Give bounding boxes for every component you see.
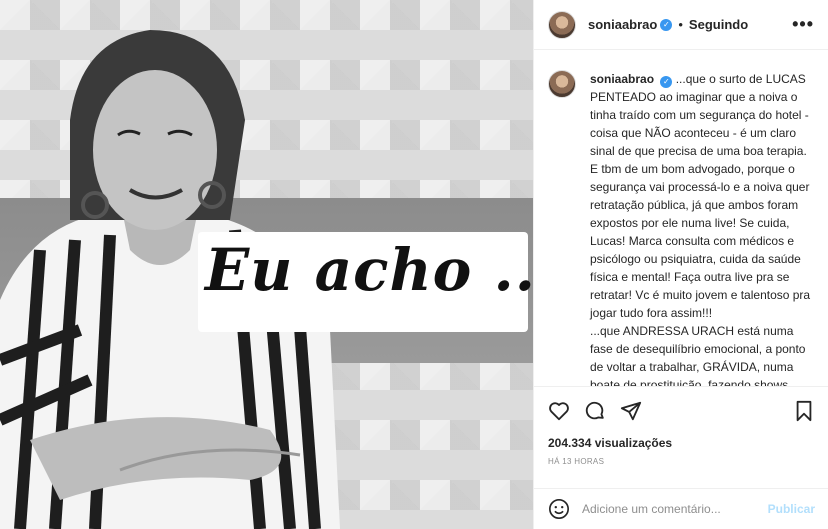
verified-icon: ✓	[660, 76, 673, 88]
verified-icon: ✓	[660, 18, 673, 31]
caption-text: soniaabrao ✓ ...que o surto de LUCAS PEN…	[590, 70, 815, 386]
avatar[interactable]	[548, 10, 576, 39]
more-icon[interactable]: •••	[792, 14, 814, 35]
emoji-icon[interactable]	[548, 498, 570, 520]
post-image[interactable]: Eu acho ...	[0, 0, 533, 529]
caption-body: ...que o surto de LUCAS PENTEADO ao imag…	[590, 72, 811, 320]
username-link[interactable]: soniaabrao	[588, 17, 657, 32]
separator-dot: •	[678, 17, 683, 32]
share-icon[interactable]	[620, 400, 642, 422]
caption-area[interactable]: soniaabrao ✓ ...que o surto de LUCAS PEN…	[534, 58, 828, 386]
bookmark-icon[interactable]	[793, 400, 815, 422]
following-button[interactable]: Seguindo	[689, 17, 748, 32]
comment-input[interactable]	[582, 502, 768, 516]
views-count[interactable]: 204.334 visualizações	[548, 436, 815, 450]
post-timestamp[interactable]: HÁ 13 HORAS	[548, 457, 815, 466]
post-actions: 204.334 visualizações HÁ 13 HORAS	[534, 386, 828, 466]
post-header: soniaabrao ✓ • Seguindo •••	[534, 0, 828, 50]
post-side-panel: soniaabrao ✓ • Seguindo ••• soniaabrao ✓…	[533, 0, 828, 529]
image-overlay-text: Eu acho ...	[205, 236, 533, 304]
caption-username[interactable]: soniaabrao	[590, 72, 654, 86]
caption-body-2: ...que ANDRESSA URACH está numa fase de …	[590, 324, 806, 386]
heart-icon[interactable]	[548, 400, 570, 422]
comment-bar: Publicar	[534, 488, 828, 529]
publish-button[interactable]: Publicar	[768, 502, 815, 516]
comment-icon[interactable]	[584, 400, 606, 422]
avatar[interactable]	[548, 70, 576, 98]
